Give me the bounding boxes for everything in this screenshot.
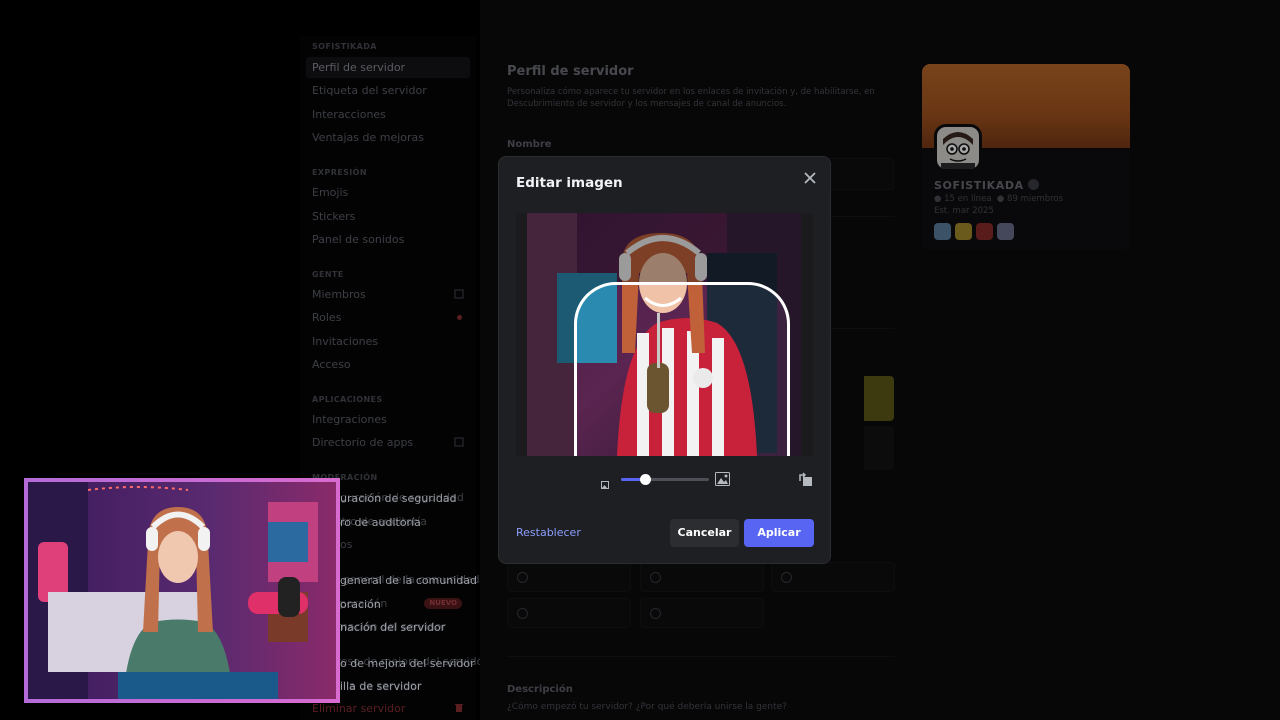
edit-image-modal: Editar imagen Restablecer Cancelar Aplic… [498, 156, 831, 564]
sidebar-item-label: general de la comunidad [340, 574, 478, 587]
image-small-icon [601, 474, 611, 489]
reset-button[interactable]: Restablecer [516, 526, 581, 539]
sidebar-item-label: oración [340, 598, 381, 611]
sidebar-item-label: o de mejora del servidor [340, 657, 475, 670]
zoom-slider[interactable] [621, 474, 709, 485]
image-large-icon [715, 471, 731, 487]
sidebar-item-label: nación del servidor [340, 621, 446, 634]
image-crop-area[interactable] [516, 213, 813, 456]
crop-frame[interactable] [574, 282, 790, 456]
zoom-control [601, 471, 731, 489]
apply-button[interactable]: Aplicar [744, 519, 814, 547]
sidebar-item-label: illa de servidor [340, 680, 422, 693]
sidebar-item-label: ro de auditoría [340, 516, 421, 529]
webcam-overlay [24, 478, 340, 703]
rotate-icon[interactable] [797, 471, 815, 489]
sidebar-item-label: uración de seguridad [340, 492, 457, 505]
cancel-button[interactable]: Cancelar [670, 519, 739, 547]
close-icon[interactable] [800, 168, 820, 188]
zoom-slider-handle[interactable] [639, 474, 651, 485]
modal-title: Editar imagen [516, 175, 623, 191]
